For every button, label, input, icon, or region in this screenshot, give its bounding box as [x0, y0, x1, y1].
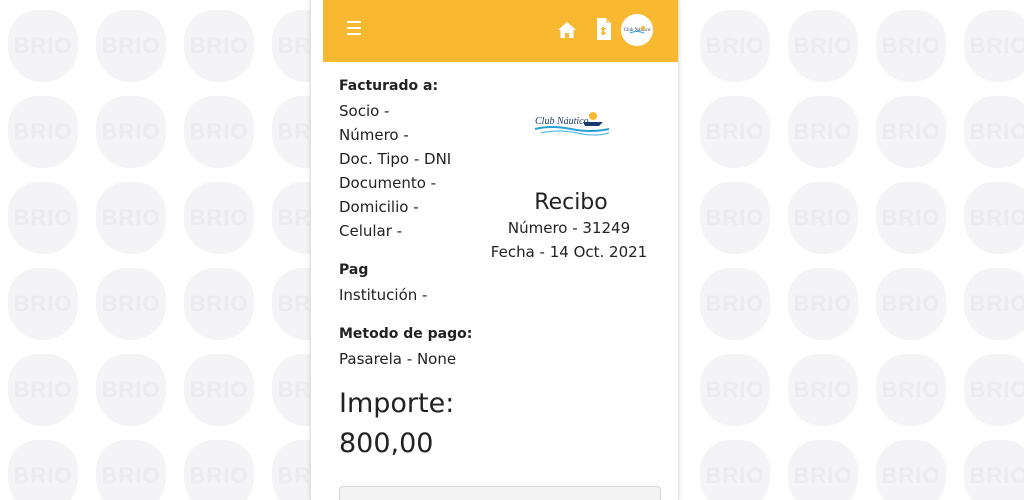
watermark-tile: BRIO [788, 354, 858, 426]
watermark-tile: BRIO [788, 182, 858, 254]
watermark-tile: BRIO [96, 354, 166, 426]
watermark-tile: BRIO [964, 182, 1024, 254]
billing-heading: Facturado a: [339, 78, 439, 94]
bottom-panel [339, 486, 661, 500]
watermark-tile: BRIO [700, 268, 770, 340]
watermark-tile: BRIO [8, 10, 78, 82]
watermark-tile: BRIO [8, 440, 78, 500]
watermark-tile: BRIO [96, 10, 166, 82]
watermark-tile: BRIO [964, 96, 1024, 168]
watermark-tile: BRIO [788, 10, 858, 82]
receipt-date: Fecha - 14 Oct. 2021 [490, 243, 648, 261]
watermark-tile: BRIO [788, 96, 858, 168]
watermark-tile: BRIO [876, 10, 946, 82]
watermark-tile: BRIO [964, 10, 1024, 82]
amount-label: Importe: [339, 388, 455, 419]
watermark-tile: BRIO [964, 354, 1024, 426]
watermark-tile: BRIO [700, 10, 770, 82]
receipt-title: Recibo [534, 190, 608, 215]
watermark-tile: BRIO [876, 96, 946, 168]
watermark-tile: BRIO [876, 268, 946, 340]
watermark-tile: BRIO [8, 268, 78, 340]
watermark-tile: BRIO [184, 268, 254, 340]
watermark-tile: BRIO [700, 440, 770, 500]
watermark-tile: BRIO [876, 354, 946, 426]
documento-line: Documento - [339, 174, 437, 192]
top-bar: Club Náutico [323, 0, 678, 62]
pag-heading: Pag [339, 262, 369, 278]
watermark-tile: BRIO [876, 440, 946, 500]
watermark-tile: BRIO [8, 182, 78, 254]
watermark-tile: BRIO [96, 96, 166, 168]
receipt-number: Número - 31249 [507, 219, 631, 237]
hamburger-menu-icon[interactable] [347, 21, 361, 39]
payment-method-heading: Metodo de pago: [339, 326, 473, 342]
watermark-tile: BRIO [788, 440, 858, 500]
domicilio-line: Domicilio - [339, 198, 419, 216]
watermark-tile: BRIO [184, 96, 254, 168]
watermark-tile: BRIO [96, 182, 166, 254]
watermark-tile: BRIO [700, 354, 770, 426]
watermark-tile: BRIO [8, 354, 78, 426]
club-nautico-logo: Club Náutico [531, 108, 611, 142]
celular-line: Celular - [339, 222, 403, 240]
watermark-tile: BRIO [184, 10, 254, 82]
document-icon[interactable] [597, 18, 611, 40]
home-icon[interactable] [557, 20, 577, 40]
pasarela-line: Pasarela - None [339, 350, 457, 368]
watermark-tile: BRIO [964, 268, 1024, 340]
logo-text: Club Náutico [535, 116, 589, 127]
amount-value: 800,00 [339, 428, 434, 459]
svg-text:Club Náutico: Club Náutico [624, 28, 651, 33]
watermark-tile: BRIO [184, 440, 254, 500]
watermark-tile: BRIO [788, 268, 858, 340]
institucion-line: Institución - [339, 286, 428, 304]
numero-line: Número - [339, 126, 409, 144]
watermark-tile: BRIO [700, 182, 770, 254]
watermark-tile: BRIO [184, 182, 254, 254]
watermark-tile: BRIO [876, 182, 946, 254]
watermark-tile: BRIO [96, 440, 166, 500]
socio-line: Socio - [339, 102, 390, 120]
receipt-card: Club Náutico Facturado a: Socio - Número… [310, 0, 679, 500]
avatar[interactable]: Club Náutico [621, 14, 653, 46]
watermark-tile: BRIO [96, 268, 166, 340]
doc-tipo-line: Doc. Tipo - DNI [339, 150, 452, 168]
watermark-tile: BRIO [8, 96, 78, 168]
watermark-tile: BRIO [700, 96, 770, 168]
watermark-tile: BRIO [964, 440, 1024, 500]
watermark-tile: BRIO [184, 354, 254, 426]
